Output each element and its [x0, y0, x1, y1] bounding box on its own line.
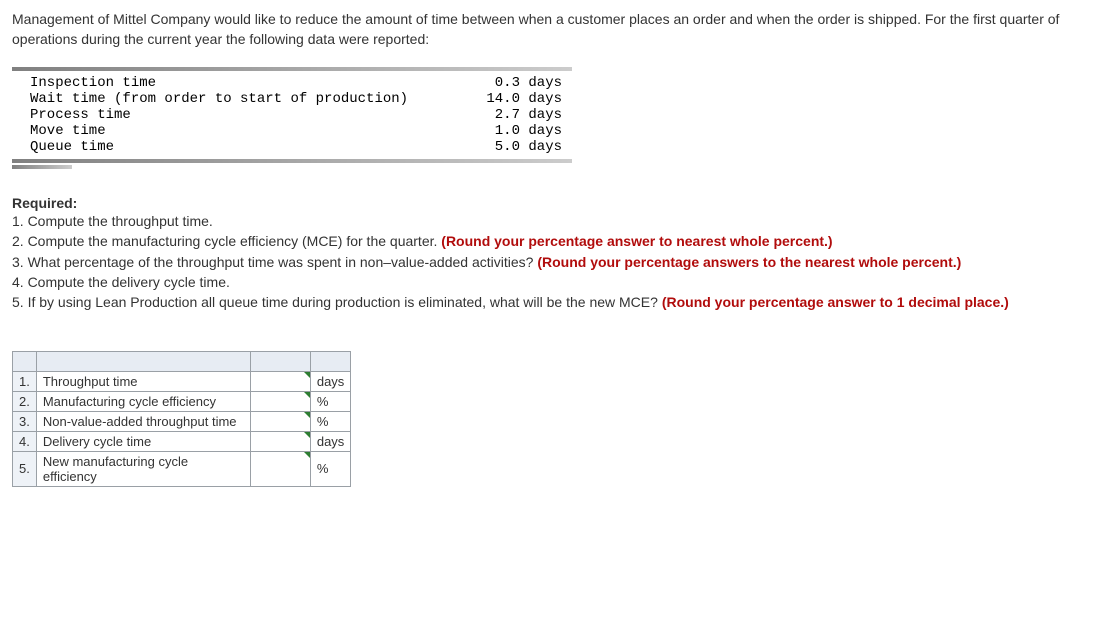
cell-marker-icon: [304, 452, 310, 458]
requirement-item: 4. Compute the delivery cycle time.: [12, 272, 1093, 292]
requirement-item: 2. Compute the manufacturing cycle effic…: [12, 231, 1093, 251]
data-label: Process time: [30, 107, 454, 123]
row-number: 5.: [13, 451, 37, 486]
table-corner: [13, 351, 37, 371]
row-label: Throughput time: [36, 371, 250, 391]
table-header: [36, 351, 250, 371]
row-label: Manufacturing cycle efficiency: [36, 391, 250, 411]
row-unit: %: [310, 391, 350, 411]
row-unit: days: [310, 431, 350, 451]
row-unit: %: [310, 411, 350, 431]
table-row: 3. Non-value-added throughput time %: [13, 411, 351, 431]
data-row: Queue time 5.0 days: [30, 139, 562, 155]
data-value: 1.0 days: [454, 123, 562, 139]
row-label: Delivery cycle time: [36, 431, 250, 451]
answer-input[interactable]: [250, 371, 310, 391]
answer-input[interactable]: [250, 391, 310, 411]
table-row: 1. Throughput time days: [13, 371, 351, 391]
table-row: 2. Manufacturing cycle efficiency %: [13, 391, 351, 411]
data-label: Wait time (from order to start of produc…: [30, 91, 454, 107]
data-label: Queue time: [30, 139, 454, 155]
required-heading: Required:: [12, 195, 1093, 211]
answer-input[interactable]: [250, 451, 310, 486]
requirements-list: 1. Compute the throughput time. 2. Compu…: [12, 211, 1093, 312]
data-row: Process time 2.7 days: [30, 107, 562, 123]
data-value: 2.7 days: [454, 107, 562, 123]
row-number: 3.: [13, 411, 37, 431]
data-row: Wait time (from order to start of produc…: [30, 91, 562, 107]
row-unit: days: [310, 371, 350, 391]
row-label: New manufacturing cycle efficiency: [36, 451, 250, 486]
cell-marker-icon: [304, 432, 310, 438]
cell-marker-icon: [304, 372, 310, 378]
answer-input[interactable]: [250, 411, 310, 431]
data-row: Inspection time 0.3 days: [30, 75, 562, 91]
data-value: 14.0 days: [454, 91, 562, 107]
row-label: Non-value-added throughput time: [36, 411, 250, 431]
row-number: 2.: [13, 391, 37, 411]
row-number: 4.: [13, 431, 37, 451]
requirement-item: 3. What percentage of the throughput tim…: [12, 252, 1093, 272]
problem-intro: Management of Mittel Company would like …: [12, 10, 1093, 49]
cell-marker-icon: [304, 392, 310, 398]
row-unit: %: [310, 451, 350, 486]
data-row: Move time 1.0 days: [30, 123, 562, 139]
table-row: 5. New manufacturing cycle efficiency %: [13, 451, 351, 486]
table-header: [250, 351, 310, 371]
given-data-block: Inspection time 0.3 days Wait time (from…: [12, 67, 572, 169]
data-label: Inspection time: [30, 75, 454, 91]
answer-table: 1. Throughput time days 2. Manufacturing…: [12, 351, 351, 487]
cell-marker-icon: [304, 412, 310, 418]
data-value: 5.0 days: [454, 139, 562, 155]
requirement-item: 5. If by using Lean Production all queue…: [12, 292, 1093, 312]
requirement-item: 1. Compute the throughput time.: [12, 211, 1093, 231]
row-number: 1.: [13, 371, 37, 391]
data-value: 0.3 days: [454, 75, 562, 91]
data-label: Move time: [30, 123, 454, 139]
table-row: 4. Delivery cycle time days: [13, 431, 351, 451]
answer-input[interactable]: [250, 431, 310, 451]
table-header: [310, 351, 350, 371]
